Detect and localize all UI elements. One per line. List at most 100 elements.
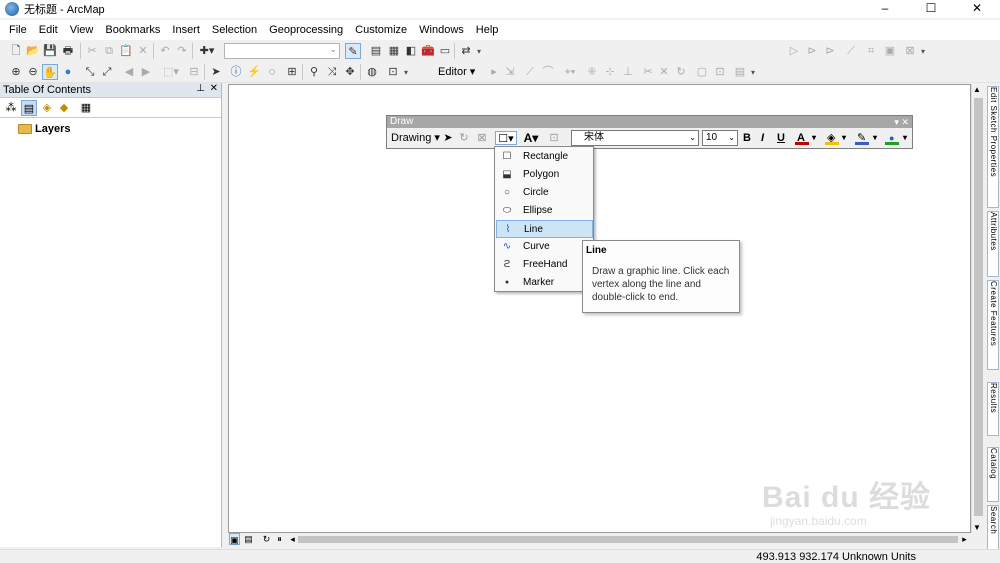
toolbar-options-icon[interactable]: ▾ bbox=[404, 68, 410, 78]
dock-tab-edit-sketch-properties[interactable]: Edit Sketch Properties bbox=[987, 86, 999, 208]
close-button[interactable]: ✕ bbox=[954, 0, 1000, 18]
maximize-button[interactable]: ☐ bbox=[908, 0, 954, 18]
menu-item-curve[interactable]: ∿ Curve bbox=[496, 238, 593, 256]
menu-geoprocessing[interactable]: Geoprocessing bbox=[263, 20, 349, 40]
bold-button[interactable]: B bbox=[743, 131, 751, 145]
minimize-button[interactable]: – bbox=[862, 0, 908, 18]
cut-polygons-icon[interactable]: ✂ bbox=[640, 64, 656, 80]
toc-close-icon[interactable]: ✕ bbox=[210, 83, 218, 94]
menu-item-ellipse[interactable]: ⬭ Ellipse bbox=[496, 202, 593, 220]
fixed-zoom-out-icon[interactable]: ⤢ bbox=[99, 64, 115, 80]
menu-help[interactable]: Help bbox=[470, 20, 505, 40]
find-route-icon[interactable]: ⤨ bbox=[324, 64, 340, 80]
edit-tool-icon[interactable]: ▸ bbox=[486, 64, 502, 80]
zoom-to-selected-icon[interactable]: ⊠ bbox=[475, 131, 489, 145]
menu-item-line[interactable]: ⌇ Line bbox=[496, 220, 593, 238]
toolbar-menu-icon[interactable]: ▾ bbox=[894, 117, 899, 127]
hyperlink-icon[interactable]: ⚡ bbox=[246, 64, 262, 80]
menu-selection[interactable]: Selection bbox=[206, 20, 263, 40]
topology-icon[interactable]: ⌗ bbox=[863, 43, 879, 59]
list-by-source-icon[interactable]: ▤ bbox=[21, 100, 37, 116]
toc-options-icon[interactable]: ▦ bbox=[78, 100, 94, 116]
menu-edit[interactable]: Edit bbox=[33, 20, 64, 40]
dock-tab-create-features[interactable]: Create Features bbox=[987, 280, 999, 370]
draw-toolbar-close-icon[interactable]: ✕ bbox=[901, 117, 909, 127]
zoom-out-icon[interactable]: ⊖ bbox=[25, 64, 41, 80]
map-scale-combo[interactable]: ⌄ bbox=[224, 43, 340, 59]
pause-drawing-icon[interactable]: ⏸ bbox=[274, 533, 285, 545]
straight-segment-icon[interactable]: ⟋ bbox=[522, 64, 538, 80]
find-binoculars-icon[interactable]: ⚲ bbox=[306, 64, 322, 80]
editor-menu[interactable]: Editor ▾ bbox=[438, 64, 475, 80]
search-window-icon[interactable]: ◧ bbox=[403, 43, 419, 59]
draw-toolbar-titlebar[interactable]: Draw ▾ ✕ bbox=[387, 116, 912, 128]
measure-icon[interactable]: ⊞ bbox=[284, 64, 300, 80]
dock-tab-catalog[interactable]: Catalog bbox=[987, 447, 999, 502]
pan-hand-icon[interactable]: ✋ bbox=[42, 64, 58, 80]
menu-windows[interactable]: Windows bbox=[413, 20, 470, 40]
back-extent-icon[interactable]: ◀ bbox=[121, 64, 137, 80]
scroll-left-icon[interactable]: ◂ bbox=[287, 533, 298, 545]
zoom-in-icon[interactable]: ⊕ bbox=[8, 64, 24, 80]
redo-icon[interactable]: ↷ bbox=[174, 43, 190, 59]
html-popup-icon[interactable]: ◌ bbox=[264, 64, 280, 80]
refresh-view-icon[interactable]: ↻ bbox=[261, 533, 272, 545]
new-document-icon[interactable]: 🗋 bbox=[8, 43, 24, 59]
menu-item-rectangle[interactable]: ☐ Rectangle bbox=[496, 148, 593, 166]
reshape-icon[interactable]: ⊳ bbox=[804, 43, 820, 59]
chevron-down-icon[interactable]: ⌄ bbox=[728, 131, 735, 145]
chevron-down-icon[interactable]: ▾ bbox=[842, 131, 846, 145]
italic-button[interactable]: I bbox=[761, 131, 764, 145]
list-by-visibility-icon[interactable]: ◈ bbox=[39, 100, 55, 116]
time-slider-icon[interactable]: ◍ bbox=[364, 64, 380, 80]
edit-properties-icon[interactable]: ▤ bbox=[732, 64, 748, 80]
split-tool-icon[interactable]: ⊹ bbox=[602, 64, 618, 80]
toolbar-options-icon[interactable]: ▾ bbox=[751, 68, 757, 78]
vertical-scroll-thumb[interactable] bbox=[974, 98, 983, 516]
toolbar-options-icon[interactable]: ▾ bbox=[921, 47, 927, 57]
select-elements-arrow-icon[interactable]: ➤ bbox=[208, 64, 224, 80]
chevron-down-icon[interactable]: ▾ bbox=[873, 131, 877, 145]
print-icon[interactable]: 🖶 bbox=[60, 43, 76, 59]
font-name-combo[interactable]: 宋体 ⌄ bbox=[571, 130, 699, 146]
paste-icon[interactable]: 📋 bbox=[118, 43, 134, 59]
dock-tab-search[interactable]: Search bbox=[987, 505, 999, 550]
edit-annotation-icon[interactable]: ⇲ bbox=[502, 64, 518, 80]
menu-item-freehand[interactable]: ϩ FreeHand bbox=[496, 256, 593, 274]
scroll-up-icon[interactable]: ▲ bbox=[973, 85, 981, 94]
create-features-window-icon[interactable]: ⊡ bbox=[712, 64, 728, 80]
identify-icon[interactable]: ⓘ bbox=[228, 64, 244, 80]
dock-tab-attributes[interactable]: Attributes bbox=[987, 211, 999, 277]
menu-item-polygon[interactable]: ⬓ Polygon bbox=[496, 166, 593, 184]
edit-vertices-icon[interactable]: ⟋ bbox=[843, 43, 859, 59]
undo-icon[interactable]: ↶ bbox=[157, 43, 173, 59]
chevron-down-icon[interactable]: ⌄ bbox=[689, 131, 696, 145]
sketch-properties-icon[interactable]: ⊠ bbox=[902, 43, 918, 59]
list-by-drawing-order-icon[interactable]: ⁂ bbox=[3, 100, 19, 116]
python-window-icon[interactable]: ▭ bbox=[437, 43, 453, 59]
create-viewer-window-icon[interactable]: ⊡ bbox=[385, 64, 401, 80]
menu-bookmarks[interactable]: Bookmarks bbox=[99, 20, 166, 40]
save-icon[interactable]: 💾 bbox=[42, 43, 58, 59]
edit-tool-icon[interactable]: ▷ bbox=[786, 43, 802, 59]
dock-tab-results[interactable]: Results bbox=[987, 382, 999, 436]
chevron-down-icon[interactable]: ▾ bbox=[903, 131, 907, 145]
new-rectangle-tool-icon[interactable]: ☐▾ bbox=[495, 131, 517, 145]
attributes-window-icon[interactable]: ↻ bbox=[673, 64, 689, 80]
menu-item-marker[interactable]: ● Marker bbox=[496, 274, 593, 292]
sketch-window-icon[interactable]: ▢ bbox=[694, 64, 710, 80]
table-of-contents-icon[interactable]: ▤ bbox=[368, 43, 384, 59]
forward-extent-icon[interactable]: ▶ bbox=[138, 64, 154, 80]
fixed-zoom-in-icon[interactable]: ⤡ bbox=[82, 64, 98, 80]
reshape-feature-icon[interactable]: ✕ bbox=[656, 64, 672, 80]
select-elements-icon[interactable]: ➤ bbox=[441, 131, 455, 145]
go-to-xy-icon[interactable]: ✥ bbox=[342, 64, 358, 80]
menu-file[interactable]: File bbox=[3, 20, 33, 40]
trace-icon[interactable]: ⁜ bbox=[584, 64, 600, 80]
new-text-icon[interactable]: A▾ bbox=[521, 131, 541, 145]
pin-icon[interactable]: ⊥ bbox=[196, 83, 205, 94]
full-extent-globe-icon[interactable]: ● bbox=[60, 64, 76, 80]
menu-insert[interactable]: Insert bbox=[166, 20, 206, 40]
attributes-icon[interactable]: ▣ bbox=[882, 43, 898, 59]
menu-view[interactable]: View bbox=[64, 20, 100, 40]
